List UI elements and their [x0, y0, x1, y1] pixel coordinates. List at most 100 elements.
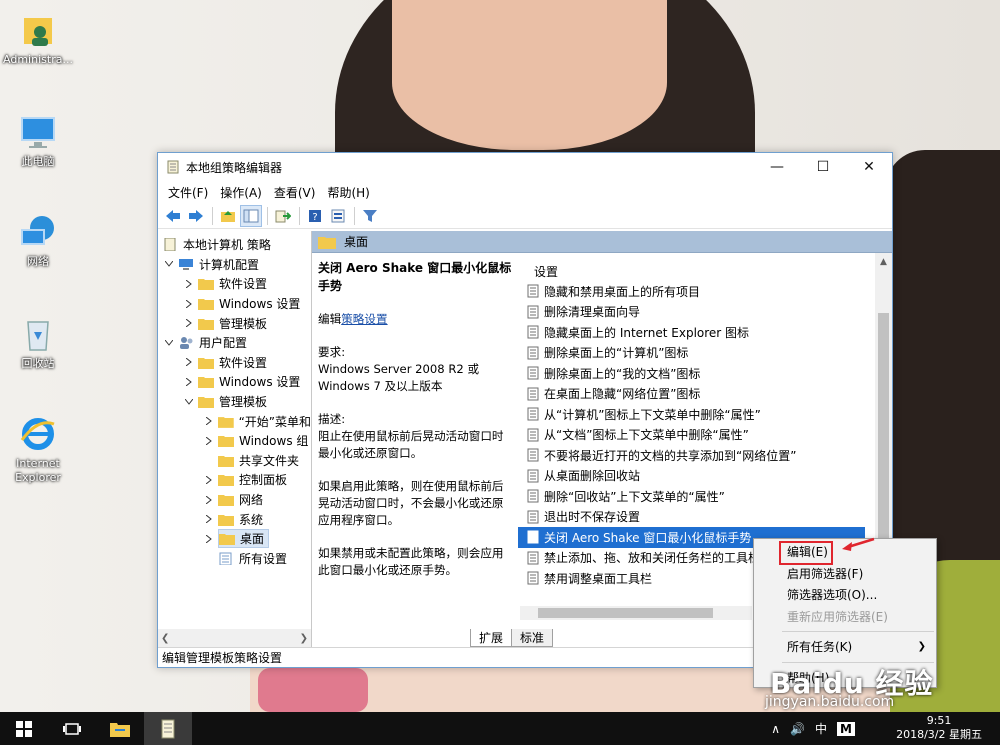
scroll-right-icon[interactable]: ❯: [300, 633, 308, 644]
folder-icon: [218, 475, 234, 487]
scroll-thumb[interactable]: [538, 608, 713, 618]
setting-row[interactable]: 从“文档”图标上下文菜单中删除“属性”: [518, 425, 865, 446]
setting-row[interactable]: 退出时不保存设置: [518, 507, 865, 528]
desktop-icon-internet-explorer[interactable]: Internet Explorer: [0, 414, 76, 485]
menu-view[interactable]: 查看(V): [268, 184, 322, 201]
desktop-icon-user[interactable]: Administra...: [0, 10, 76, 67]
setting-row[interactable]: 在桌面上隐藏“网络位置”图标: [518, 384, 865, 405]
chevron-right-icon[interactable]: [204, 416, 214, 426]
menu-action[interactable]: 操作(A): [214, 184, 268, 201]
tree-item-user-config[interactable]: 用户配置: [158, 333, 311, 353]
close-button[interactable]: ✕: [846, 153, 892, 181]
export-list-button[interactable]: [272, 205, 294, 227]
menu-item-all-tasks[interactable]: 所有任务(K) ❯: [754, 636, 936, 658]
desktop-icon-label: 回收站: [21, 357, 55, 370]
chevron-down-icon[interactable]: [164, 338, 174, 348]
chevron-right-icon[interactable]: [184, 318, 194, 328]
settings-column-header[interactable]: 设置: [518, 261, 865, 281]
title-bar[interactable]: 本地组策略编辑器 — ☐ ✕: [158, 153, 892, 181]
scroll-up-icon[interactable]: ▲: [875, 253, 892, 270]
forward-button[interactable]: [185, 205, 207, 227]
tree-item-windows-settings[interactable]: Windows 设置: [158, 294, 311, 314]
recycle-bin-icon: [27, 321, 49, 351]
tree-item-user-windows-settings[interactable]: Windows 设置: [158, 372, 311, 392]
back-button[interactable]: [162, 205, 184, 227]
setting-row[interactable]: 删除桌面上的“我的文档”图标: [518, 363, 865, 384]
properties-button[interactable]: [327, 205, 349, 227]
setting-row[interactable]: 从“计算机”图标上下文菜单中删除“属性”: [518, 404, 865, 425]
toolbar: ?: [158, 203, 892, 229]
menu-item-reapply-filter[interactable]: 重新应用筛选器(E): [754, 606, 936, 628]
tree-item-all-settings[interactable]: 所有设置: [158, 549, 311, 569]
windows-logo-icon: [16, 720, 32, 737]
tree-item-user-admin-templates[interactable]: 管理模板: [158, 392, 311, 412]
desktop-icon-this-pc[interactable]: 此电脑: [0, 112, 76, 169]
setting-label: 禁用调整桌面工具栏: [544, 571, 653, 586]
setting-row[interactable]: 删除“回收站”上下文菜单的“属性”: [518, 486, 865, 507]
maximize-button[interactable]: ☐: [800, 153, 846, 181]
chevron-right-icon[interactable]: [204, 514, 214, 524]
taskbar-policy-editor[interactable]: [144, 712, 192, 745]
tree-item-start-menu[interactable]: “开始”菜单和: [158, 411, 311, 431]
chevron-right-icon[interactable]: [204, 534, 214, 544]
chevron-right-icon[interactable]: [184, 357, 194, 367]
setting-label: 从“计算机”图标上下文菜单中删除“属性”: [544, 407, 761, 422]
chevron-right-icon[interactable]: [184, 377, 194, 387]
properties-icon: [331, 209, 345, 222]
chevron-right-icon[interactable]: [204, 495, 214, 505]
chevron-down-icon[interactable]: [184, 397, 194, 407]
setting-row[interactable]: 从桌面删除回收站: [518, 466, 865, 487]
tree-item-shared-folders[interactable]: 共享文件夹: [158, 451, 311, 471]
tree-item-admin-templates[interactable]: 管理模板: [158, 313, 311, 333]
taskbar-file-explorer[interactable]: [96, 712, 144, 745]
setting-row[interactable]: 隐藏和禁用桌面上的所有项目: [518, 281, 865, 302]
desktop-icon-label: 网络: [27, 255, 49, 268]
tree-horizontal-scrollbar[interactable]: ❮ ❯: [158, 629, 311, 647]
setting-row[interactable]: 隐藏桌面上的 Internet Explorer 图标: [518, 322, 865, 343]
volume-icon[interactable]: 🔊: [790, 722, 805, 736]
help-button[interactable]: ?: [304, 205, 326, 227]
tree-item-software-settings[interactable]: 软件设置: [158, 274, 311, 294]
minimize-button[interactable]: —: [754, 153, 800, 181]
tree-item-control-panel[interactable]: 控制面板: [158, 470, 311, 490]
setting-row[interactable]: 不要将最近打开的文档的共享添加到“网络位置”: [518, 445, 865, 466]
up-folder-button[interactable]: [217, 205, 239, 227]
chevron-down-icon[interactable]: [164, 259, 174, 269]
desktop-icon-network[interactable]: 网络: [0, 212, 76, 269]
start-button[interactable]: [0, 712, 48, 745]
menu-file[interactable]: 文件(F): [162, 184, 214, 201]
policy-setting-icon: [527, 366, 539, 380]
setting-row[interactable]: 删除桌面上的“计算机”图标: [518, 343, 865, 364]
tree-item-computer-config[interactable]: 计算机配置: [158, 255, 311, 275]
menu-item-enable-filter[interactable]: 启用筛选器(F): [754, 563, 936, 585]
show-hide-tree-button[interactable]: [240, 204, 262, 227]
setting-row[interactable]: 删除清理桌面向导: [518, 302, 865, 323]
taskbar-clock[interactable]: 9:51 2018/3/2 星期五: [896, 714, 982, 742]
scroll-left-icon[interactable]: ❮: [161, 633, 169, 644]
filter-button[interactable]: [359, 205, 381, 227]
menu-help[interactable]: 帮助(H): [321, 184, 375, 201]
folder-icon: [198, 299, 214, 311]
edit-policy-link[interactable]: 策略设置: [341, 312, 387, 326]
desktop-icon-recycle-bin[interactable]: 回收站: [0, 314, 76, 371]
policy-editor-icon: [161, 719, 175, 738]
folder-icon: [219, 534, 235, 546]
tree-item-user-software-settings[interactable]: 软件设置: [158, 353, 311, 373]
tab-extended[interactable]: 扩展: [470, 629, 513, 647]
ime-indicator[interactable]: M: [837, 721, 855, 736]
chevron-right-icon[interactable]: [204, 436, 214, 446]
tree-root[interactable]: 本地计算机 策略: [158, 235, 311, 255]
tree-item-windows-components[interactable]: Windows 组: [158, 431, 311, 451]
input-language-indicator[interactable]: 中: [815, 720, 827, 737]
chevron-right-icon[interactable]: [204, 475, 214, 485]
task-view-button[interactable]: [48, 712, 96, 745]
list-horizontal-scrollbar[interactable]: [520, 606, 752, 620]
tray-overflow-icon[interactable]: ∧: [771, 722, 780, 736]
chevron-right-icon[interactable]: [184, 299, 194, 309]
menu-item-filter-options[interactable]: 筛选器选项(O)...: [754, 584, 936, 606]
tree-item-network[interactable]: 网络: [158, 490, 311, 510]
tree-item-system[interactable]: 系统: [158, 509, 311, 529]
tree-item-desktop[interactable]: 桌面: [158, 529, 311, 549]
tab-standard[interactable]: 标准: [511, 629, 554, 647]
chevron-right-icon[interactable]: [184, 279, 194, 289]
